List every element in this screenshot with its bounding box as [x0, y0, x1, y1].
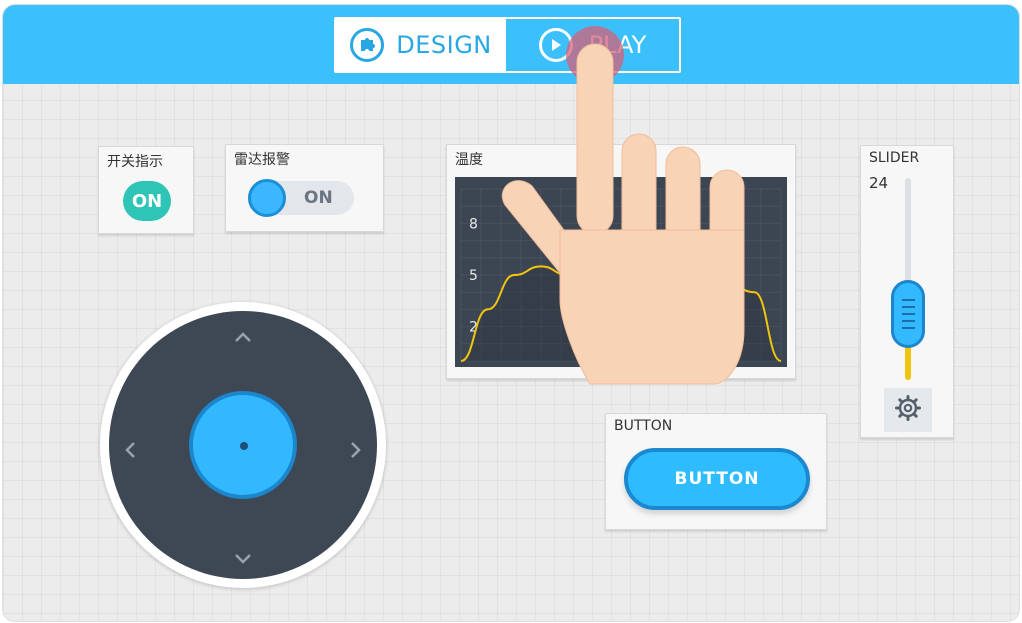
play-mode-label: PLAY: [588, 31, 647, 59]
chart-plot-area: 852: [455, 177, 787, 367]
joystick-center-dot: [240, 442, 248, 450]
slider-settings-button[interactable]: [884, 388, 932, 432]
design-mode-button[interactable]: DESIGN: [336, 19, 506, 71]
chart-title: 温度: [455, 152, 483, 168]
button-widget-label: BUTTON: [614, 418, 673, 434]
temperature-chart-widget: 温度 852: [446, 144, 796, 379]
joystick-pad[interactable]: [109, 311, 377, 579]
action-button[interactable]: BUTTON: [624, 448, 810, 510]
chevron-right-icon[interactable]: [349, 439, 363, 466]
temperature-chart: 852: [460, 188, 782, 362]
switch-indicator-label: 开关指示: [107, 154, 163, 170]
toggle-state-label: ON: [304, 188, 333, 208]
joystick: [100, 302, 386, 588]
slider-widget: SLIDER 24: [860, 145, 954, 438]
radar-alarm-widget: 雷达报警 ON: [225, 144, 384, 232]
app-canvas: DESIGN PLAY 开关指示 ON 雷达报警 ON 温度 852 BUTTO…: [3, 5, 1019, 621]
chart-y-tick-label: 5: [469, 268, 478, 284]
slider-thumb[interactable]: [891, 280, 925, 348]
top-bar: DESIGN PLAY: [3, 5, 1019, 84]
switch-indicator-widget: 开关指示 ON: [98, 146, 194, 234]
radar-alarm-toggle[interactable]: ON: [248, 179, 354, 217]
switch-indicator-led: ON: [123, 181, 171, 221]
button-widget: BUTTON BUTTON: [605, 413, 827, 530]
puzzle-icon: [350, 28, 385, 62]
play-icon: [538, 28, 573, 62]
slider-value: 24: [869, 174, 889, 192]
chart-y-tick-label: 8: [469, 216, 478, 232]
chevron-up-icon[interactable]: [232, 327, 254, 349]
chevron-down-icon[interactable]: [232, 549, 254, 571]
slider-label: SLIDER: [869, 150, 920, 166]
chevron-left-icon[interactable]: [123, 439, 137, 466]
slider-track[interactable]: [905, 178, 911, 380]
design-mode-label: DESIGN: [396, 31, 492, 59]
toggle-knob[interactable]: [248, 179, 286, 217]
play-mode-button[interactable]: PLAY: [506, 19, 679, 71]
radar-alarm-label: 雷达报警: [234, 152, 290, 168]
gear-icon: [895, 395, 921, 425]
joystick-knob[interactable]: [189, 391, 297, 499]
mode-switch: DESIGN PLAY: [334, 17, 681, 73]
